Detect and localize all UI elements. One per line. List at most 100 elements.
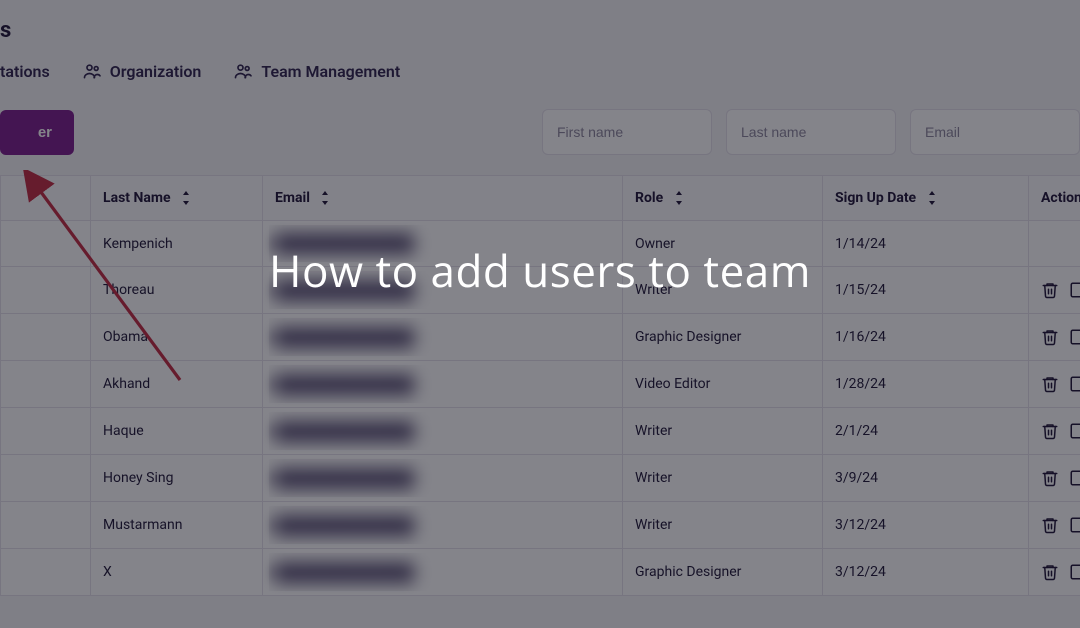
delete-icon[interactable] [1041,563,1059,581]
cell-first-name [1,267,91,314]
filter-group [542,109,1080,155]
cell-first-name [1,408,91,455]
cell-last-name: Haque [91,408,263,455]
cell-last-name: Thoreau [91,267,263,314]
cell-sign-up-date: 3/12/24 [823,549,1029,596]
tab-invitations[interactable]: tations [0,62,50,81]
toolbar: er [0,109,1080,155]
table-row: Akhand██████████████Video Editor1/28/24 [1,361,1080,408]
cell-first-name [1,314,91,361]
cell-actions [1029,221,1080,267]
col-actions: Action [1029,176,1080,221]
cell-first-name [1,502,91,549]
cell-role: Writer [623,408,823,455]
cell-sign-up-date: 2/1/24 [823,408,1029,455]
cell-email: ██████████████ [263,221,623,267]
table-body: Kempenich██████████████Owner1/14/24Thore… [1,221,1080,596]
cell-sign-up-date: 3/12/24 [823,502,1029,549]
delete-icon[interactable] [1041,328,1059,346]
col-label: Last Name [103,190,171,206]
people-icon [233,61,253,81]
cell-actions [1029,549,1080,596]
sort-icon [319,191,331,205]
cell-first-name [1,455,91,502]
cell-email: ██████████████ [263,549,623,596]
cell-actions [1029,455,1080,502]
table-row: Mustarmann██████████████Writer3/12/24 [1,502,1080,549]
tab-label: Organization [110,62,202,81]
cell-sign-up-date: 1/28/24 [823,361,1029,408]
cell-email: ██████████████ [263,502,623,549]
users-table: Last Name Email Role [0,175,1080,596]
filter-first-name-input[interactable] [542,109,712,155]
people-icon [82,61,102,81]
cell-sign-up-date: 1/15/24 [823,267,1029,314]
cell-first-name [1,361,91,408]
page-root: s tations Organization Team Management e… [0,0,1080,628]
cell-email: ██████████████ [263,455,623,502]
col-label: Role [635,190,663,206]
cell-actions [1029,502,1080,549]
sort-icon [926,191,938,205]
delete-icon[interactable] [1041,469,1059,487]
cell-role: Writer [623,455,823,502]
table-row: X██████████████Graphic Designer3/12/24 [1,549,1080,596]
col-first-name[interactable] [1,176,91,221]
cell-actions [1029,361,1080,408]
delete-icon[interactable] [1041,516,1059,534]
table-row: Haque██████████████Writer2/1/24 [1,408,1080,455]
table-header-row: Last Name Email Role [1,176,1080,221]
cell-sign-up-date: 1/16/24 [823,314,1029,361]
col-role[interactable]: Role [623,176,823,221]
cell-role: Graphic Designer [623,549,823,596]
delete-icon[interactable] [1041,375,1059,393]
col-email[interactable]: Email [263,176,623,221]
add-user-button[interactable]: er [0,110,74,155]
cell-role: Writer [623,267,823,314]
sort-icon [673,191,685,205]
tab-team-management[interactable]: Team Management [233,61,400,81]
col-label: Sign Up Date [835,190,916,206]
edit-icon[interactable] [1069,422,1080,440]
table-row: Obama██████████████Graphic Designer1/16/… [1,314,1080,361]
edit-icon[interactable] [1069,328,1080,346]
delete-icon[interactable] [1041,281,1059,299]
filter-email-input[interactable] [910,109,1080,155]
cell-actions [1029,267,1080,314]
delete-icon[interactable] [1041,422,1059,440]
cell-first-name [1,549,91,596]
cell-last-name: Akhand [91,361,263,408]
cell-role: Writer [623,502,823,549]
col-label: Action [1041,190,1080,206]
tab-organization[interactable]: Organization [82,61,202,81]
cell-last-name: Obama [91,314,263,361]
edit-icon[interactable] [1069,281,1080,299]
page-title: s [0,18,1080,43]
cell-last-name: Mustarmann [91,502,263,549]
col-last-name[interactable]: Last Name [91,176,263,221]
filter-last-name-input[interactable] [726,109,896,155]
cell-email: ██████████████ [263,361,623,408]
cell-role: Video Editor [623,361,823,408]
table-row: Kempenich██████████████Owner1/14/24 [1,221,1080,267]
tabs: tations Organization Team Management [0,61,1080,81]
cell-actions [1029,314,1080,361]
cell-first-name [1,221,91,267]
edit-icon[interactable] [1069,563,1080,581]
edit-icon[interactable] [1069,375,1080,393]
tab-label: tations [0,62,50,81]
cell-last-name: Honey Sing [91,455,263,502]
cell-email: ██████████████ [263,267,623,314]
cell-sign-up-date: 3/9/24 [823,455,1029,502]
cell-role: Graphic Designer [623,314,823,361]
cell-sign-up-date: 1/14/24 [823,221,1029,267]
table-row: Thoreau██████████████Writer1/15/24 [1,267,1080,314]
cell-email: ██████████████ [263,408,623,455]
header-area: s tations Organization Team Management e… [0,0,1080,155]
tab-label: Team Management [261,62,400,81]
edit-icon[interactable] [1069,516,1080,534]
edit-icon[interactable] [1069,469,1080,487]
cell-last-name: X [91,549,263,596]
col-sign-up-date[interactable]: Sign Up Date [823,176,1029,221]
sort-icon [180,191,192,205]
